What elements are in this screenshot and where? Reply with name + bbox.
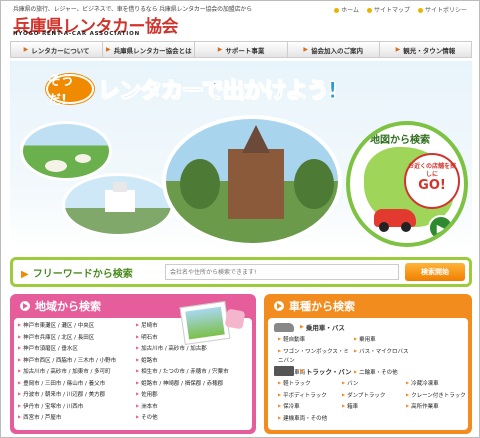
- bullet-icon: [334, 8, 340, 13]
- area-link[interactable]: その他: [136, 412, 236, 424]
- nav-item-tourism[interactable]: ▶ 観光・タウン情報: [380, 42, 471, 57]
- castle-shape: [105, 190, 135, 212]
- vehicle-type-link[interactable]: クレーン付きトラック: [406, 390, 468, 402]
- vehicle-type-link[interactable]: 平ボディトラック: [278, 390, 340, 402]
- site-logo-subtitle: HYOGO RENT-A-CAR ASSOCIATION: [13, 31, 140, 37]
- area-link[interactable]: 加古川市 / 高砂市 / 加東市 / 多可町: [18, 366, 136, 378]
- area-link[interactable]: 神戸市兵庫区 / 北区 / 長田区: [18, 332, 136, 344]
- arrow-icon: ▶: [395, 46, 401, 53]
- vehicle-type-link[interactable]: ワゴン・ワンボックス・ミニバン: [278, 346, 352, 367]
- vehicle-type-link[interactable]: 箱車: [342, 401, 404, 413]
- vehicle-type-link[interactable]: 乗用車: [354, 334, 428, 346]
- area-link[interactable]: 伊丹市 / 宝塚市 / 川西市: [18, 401, 136, 413]
- area-link[interactable]: 佐用郡: [136, 389, 236, 401]
- tree-shape: [294, 159, 334, 209]
- freeword-search-input[interactable]: [165, 264, 399, 280]
- arrow-icon: ▶: [303, 46, 309, 53]
- top-link-sitemap[interactable]: サイトマップ: [366, 5, 410, 14]
- car-icon: [374, 209, 416, 232]
- hero-banner: そうだ! レンタカーで出かけよう! 地図から検索 お近くの店舗を探しに GO!: [10, 61, 472, 249]
- map-speech-bubble: お近くの店舗を探しに GO!: [404, 153, 460, 209]
- area-link[interactable]: 神戸市東灘区 / 灘区 / 中央区: [18, 320, 136, 332]
- arrow-icon: ▶: [105, 46, 111, 53]
- top-links: ホーム サイトマップ サイトポリシー: [334, 5, 467, 14]
- sheep-shape: [45, 160, 67, 172]
- vehicle-type-link[interactable]: 保冷車: [278, 401, 340, 413]
- arrow-icon: ▶: [23, 46, 29, 53]
- area-list-right: 尼崎市 明石市 加古川市 / 高砂市 / 加古郡 姫路市 相生市 / たつの市 …: [136, 320, 236, 424]
- arrow-icon: ▶: [300, 324, 304, 330]
- map-go-label: GO!: [418, 178, 446, 193]
- freeword-search-label: ▶ フリーワードから検索: [21, 269, 133, 280]
- castle-photo: [62, 173, 174, 237]
- farm-photo: [20, 121, 112, 181]
- area-link[interactable]: 西宮市 / 芦屋市: [18, 412, 136, 424]
- truck-van-list: 軽トラック バン 冷蔵冷凍車 平ボディトラック ダンプトラック クレーン付きトラ…: [278, 378, 468, 424]
- area-link[interactable]: 姫路市 / 神崎郡 / 揖保郡 / 赤穂郡: [136, 378, 236, 390]
- area-link[interactable]: 尼崎市: [136, 320, 236, 332]
- tree-shape: [180, 159, 220, 209]
- nav-item-membership[interactable]: ▶ 協会加入のご案内: [288, 42, 380, 57]
- vehicle-type-link[interactable]: 冷蔵冷凍車: [406, 378, 468, 390]
- vehicle-type-link[interactable]: 建機車両・その他: [278, 413, 340, 425]
- vehicle-type-body: ▶ 乗用車・バス 軽自動車 乗用車 ワゴン・ワンボックス・ミニバン バス・マイク…: [268, 318, 468, 430]
- area-link[interactable]: 相生市 / たつの市 / 赤穂市 / 宍粟市: [136, 366, 236, 378]
- vehicle-type-link[interactable]: ダンプトラック: [342, 390, 404, 402]
- nav-item-support[interactable]: ▶ サポート事業: [195, 42, 288, 57]
- bullet-icon: [417, 8, 423, 13]
- vehicle-type-search-panel: 車種から検索 ▶ 乗用車・バス 軽自動車 乗用車 ワゴン・ワンボックス・ミニバン…: [264, 294, 472, 434]
- map-search-button[interactable]: 地図から検索 お近くの店舗を探しに GO! ▶: [346, 121, 468, 247]
- freeword-search-bar: ▶フリーワードから検索 検索開始: [10, 257, 472, 287]
- vehicle-type-link[interactable]: 高所作業車: [406, 401, 468, 413]
- vehicle-type-heading: 車種から検索: [264, 294, 472, 318]
- map-search-title: 地図から検索: [370, 135, 430, 146]
- western-house-photo: [162, 115, 342, 247]
- car-bus-category: ▶ 乗用車・バス: [274, 322, 345, 332]
- hero-title: そうだ! レンタカーで出かけよう!: [46, 73, 339, 108]
- hero-catchphrase: レンタカーで出かけよう!: [98, 79, 339, 105]
- search-start-button[interactable]: 検索開始: [405, 263, 465, 281]
- page: 兵庫県の旅行、レジャー、ビジネスで、車を借りるなら 兵庫県レンタカー協会の加盟店…: [0, 0, 480, 438]
- area-link[interactable]: 加古川市 / 高砂市 / 加古郡: [136, 343, 236, 355]
- vehicle-type-link[interactable]: バス・マイクロバス: [354, 346, 428, 367]
- main-nav: ▶ レンタカーについて ▶ 兵庫県レンタカー協会とは ▶ サポート事業 ▶ 協会加入のご…: [10, 41, 472, 58]
- arrow-icon: ▶: [21, 269, 29, 280]
- building-shape: [228, 149, 284, 219]
- area-list-left: 神戸市東灘区 / 灘区 / 中央区 神戸市兵庫区 / 北区 / 長田区 神戸市須…: [18, 320, 136, 424]
- area-link[interactable]: 神戸市須磨区 / 垂水区: [18, 343, 136, 355]
- area-link[interactable]: 丹波市 / 朝来市 / 川辺郡 / 美方郡: [18, 389, 136, 401]
- arrow-circle-icon: [274, 301, 284, 311]
- area-link[interactable]: 豊岡市 / 三田市 / 篠山市 / 養父市: [18, 378, 136, 390]
- car-icon: [274, 322, 294, 332]
- top-link-home[interactable]: ホーム: [334, 5, 359, 14]
- area-link[interactable]: 明石市: [136, 332, 236, 344]
- truck-van-category: ▶ トラック・バン: [274, 366, 352, 376]
- vehicle-type-link[interactable]: 二輪車・その他: [354, 367, 428, 379]
- nav-item-about-association[interactable]: ▶ 兵庫県レンタカー協会とは: [103, 42, 196, 57]
- bullet-icon: [366, 8, 372, 13]
- area-link[interactable]: 神戸市西区 / 西脇市 / 三木市 / 小野市: [18, 355, 136, 367]
- nav-item-about-rentacar[interactable]: ▶ レンタカーについて: [11, 42, 104, 57]
- sheep-shape: [75, 154, 91, 163]
- vehicle-type-link[interactable]: 軽トラック: [278, 378, 340, 390]
- top-link-sitepolicy[interactable]: サイトポリシー: [417, 5, 467, 14]
- truck-icon: [274, 366, 294, 376]
- area-search-body: 神戸市東灘区 / 灘区 / 中央区 神戸市兵庫区 / 北区 / 長田区 神戸市須…: [14, 300, 252, 430]
- building-roof-shape: [242, 125, 270, 153]
- area-link[interactable]: 洲本市: [136, 401, 236, 413]
- hero-badge: そうだ!: [46, 74, 94, 108]
- play-arrow-icon[interactable]: ▶: [428, 215, 454, 241]
- arrow-icon: ▶: [300, 368, 304, 374]
- area-link[interactable]: 姫路市: [136, 355, 236, 367]
- castle-roof-shape: [113, 182, 127, 192]
- area-search-panel: 地域から検索 神戸市東灘区 / 灘区 / 中央区 神戸市兵庫区 / 北区 / 長…: [10, 294, 256, 434]
- vehicle-type-link[interactable]: バン: [342, 378, 404, 390]
- vehicle-type-link[interactable]: 軽自動車: [278, 334, 352, 346]
- arrow-icon: ▶: [217, 46, 223, 53]
- arrow-circle-icon: [20, 301, 30, 311]
